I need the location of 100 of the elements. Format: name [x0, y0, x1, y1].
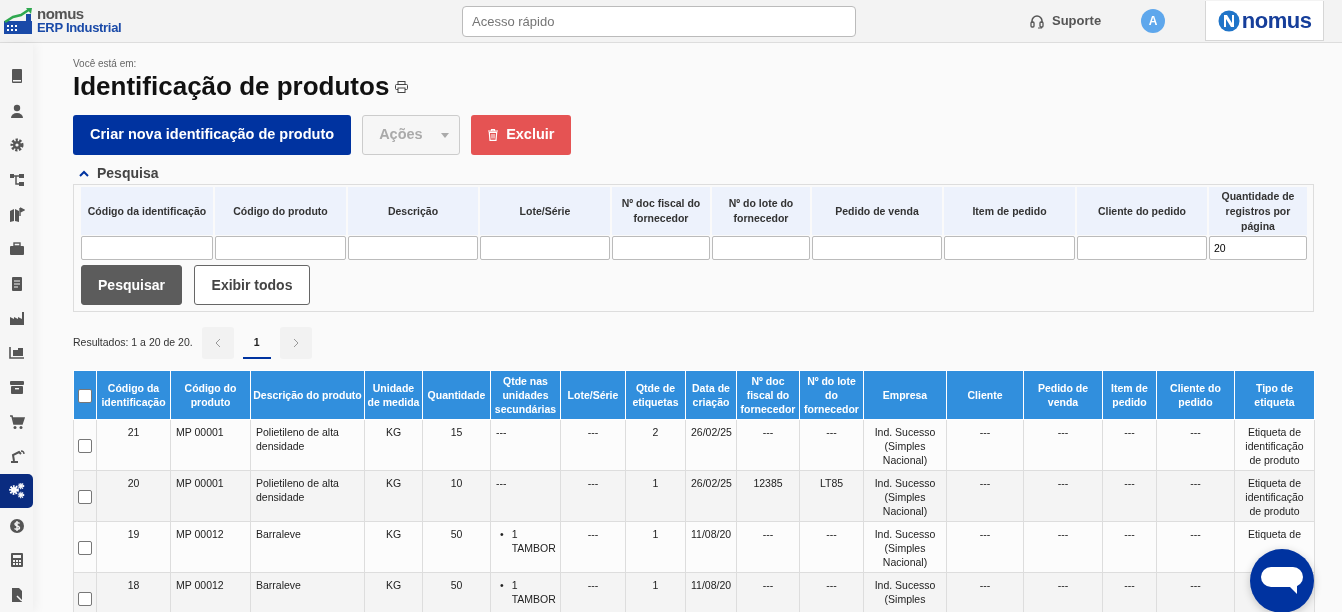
factory-icon [8, 310, 25, 327]
bullet: • [500, 527, 504, 542]
column-header[interactable]: Pedido de venda [1023, 370, 1103, 420]
table-cell: --- [946, 521, 1024, 573]
briefcase-icon [8, 241, 25, 258]
table-cell: --- [560, 470, 626, 522]
field-label: Descrição [348, 187, 478, 235]
column-header[interactable]: Item de pedido [1102, 370, 1157, 420]
table-cell: Ind. Sucesso (Simples [863, 572, 947, 612]
table-cell: --- [1102, 572, 1157, 612]
table-cell: Etiqueta de identificação de produto [1234, 470, 1315, 522]
show-all-button[interactable]: Exibir todos [194, 265, 310, 305]
table-cell: 18 [96, 572, 171, 612]
search-field[interactable] [81, 236, 213, 260]
table-cell: 50 [422, 572, 491, 612]
support-link[interactable]: Suporte [1030, 11, 1102, 31]
table-cell: 1 [625, 470, 686, 522]
table-cell: 15 [422, 419, 491, 471]
field-label: Lote/Série [480, 187, 610, 235]
search-field[interactable] [1077, 236, 1207, 260]
sidebar-item[interactable] [0, 473, 33, 509]
chevron-icon[interactable] [79, 169, 89, 177]
delete-button[interactable]: Excluir [471, 115, 572, 155]
cart-icon [8, 413, 25, 430]
row-checkbox[interactable] [78, 540, 92, 555]
table-cell: --- [490, 470, 561, 522]
section-title[interactable]: Pesquisa [97, 162, 159, 184]
table-cell: Polietileno de alta densidade [250, 470, 365, 522]
table-cell: --- [736, 419, 800, 471]
table-cell: Barraleve [250, 572, 365, 612]
table-cell: --- [736, 521, 800, 573]
field-label: Quantidade de registros por página [1209, 187, 1307, 235]
search-field[interactable] [612, 236, 710, 260]
column-header[interactable]: Qtde nas unidades secundárias [490, 370, 561, 420]
table-cell: 50 [422, 521, 491, 573]
column-header[interactable]: Quantidade [422, 370, 491, 420]
table-cell: KG [364, 470, 423, 522]
column-header[interactable]: Descrição do produto [250, 370, 365, 420]
table-cell: 1 [625, 572, 686, 612]
dollar-icon [8, 517, 25, 534]
map-flag-icon [8, 206, 25, 223]
row-checkbox[interactable] [78, 591, 92, 606]
row-checkbox[interactable] [78, 489, 92, 504]
search-field[interactable] [712, 236, 810, 260]
column-header[interactable]: Código do produto [170, 370, 251, 420]
table-cell: Ind. Sucesso (Simples Nacional) [863, 521, 947, 573]
trash-icon [488, 129, 499, 141]
column-header[interactable]: Unidade de medida [364, 370, 423, 420]
column-header[interactable]: Data de criação [685, 370, 737, 420]
table-cell: --- [1156, 419, 1235, 471]
field-label: Código da identificação [81, 187, 213, 235]
table-cell: --- [1023, 419, 1103, 471]
table-cell: MP 00012 [170, 572, 251, 612]
search-field[interactable] [348, 236, 478, 260]
page-button[interactable]: 1 [242, 327, 271, 359]
table-cell: --- [1023, 521, 1103, 573]
list-item: 1 TAMBOR [511, 527, 556, 555]
column-header[interactable]: Empresa [863, 370, 947, 420]
column-header[interactable]: Tipo de etiqueta [1234, 370, 1315, 420]
search-field[interactable] [480, 236, 610, 260]
row-checkbox[interactable] [78, 438, 92, 453]
field-label: Nº doc fiscal do fornecedor [612, 187, 710, 235]
column-header[interactable]: Código da identificação [96, 370, 171, 420]
table-cell: MP 00001 [170, 470, 251, 522]
field-label: Cliente do pedido [1077, 187, 1207, 235]
table-cell: 21 [96, 419, 171, 471]
table-cell: 11/08/20 [685, 521, 737, 573]
archive-icon [8, 379, 25, 396]
search-field[interactable] [812, 236, 942, 260]
column-header[interactable]: Nº do lote do fornecedor [799, 370, 864, 420]
table-cell: --- [490, 419, 561, 471]
calculator-icon [8, 552, 25, 569]
table-cell: --- [946, 419, 1024, 471]
column-header[interactable]: Nº doc fiscal do fornecedor [736, 370, 800, 420]
table-cell: KG [364, 521, 423, 573]
field-label: Código do produto [215, 187, 346, 235]
pallet-icon [8, 344, 25, 361]
column-header[interactable]: Cliente do pedido [1156, 370, 1235, 420]
table-cell: --- [1023, 572, 1103, 612]
robot-arm-icon [8, 448, 25, 465]
select-all-checkbox[interactable] [78, 388, 92, 403]
column-header[interactable]: Qtde de etiquetas [625, 370, 686, 420]
quick-access-field[interactable]: Acesso rápido [462, 5, 856, 37]
print-icon[interactable] [395, 81, 409, 93]
column-header[interactable]: Lote/Série [560, 370, 626, 420]
table-cell: --- [1023, 470, 1103, 522]
search-button[interactable]: Pesquisar [81, 265, 182, 305]
table-cell: KG [364, 572, 423, 612]
user-avatar[interactable]: A [1141, 9, 1166, 33]
search-field[interactable]: 20 [1209, 236, 1307, 260]
caret-icon [440, 132, 449, 138]
table-cell: --- [560, 521, 626, 573]
table-cell: --- [799, 521, 864, 573]
create-button[interactable]: Criar nova identificação de produto [73, 115, 352, 155]
results-summary: Resultados: 1 a 20 de 20. [73, 335, 193, 351]
search-field[interactable] [215, 236, 346, 260]
search-field[interactable] [944, 236, 1075, 260]
table-cell: --- [1102, 419, 1157, 471]
column-header[interactable]: Cliente [946, 370, 1024, 420]
person-icon [8, 102, 25, 119]
